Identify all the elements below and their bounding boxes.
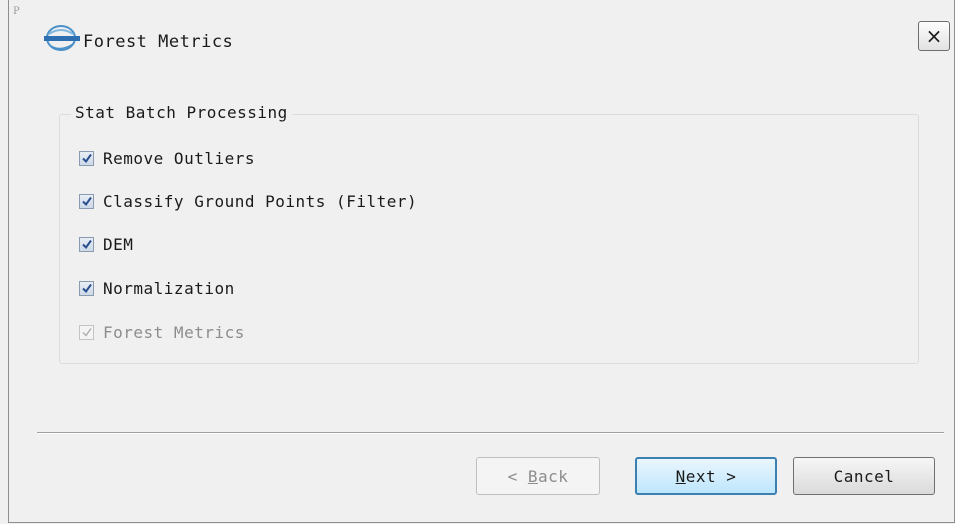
back-mnemonic: B: [527, 466, 538, 486]
check-icon[interactable]: [79, 280, 94, 296]
cancel-label: Cancel: [833, 466, 895, 486]
window-title: Forest Metrics: [83, 32, 234, 52]
next-button[interactable]: Next >: [635, 457, 777, 495]
forest-metrics-checkbox: Forest Metrics: [79, 320, 245, 344]
close-icon: ×: [925, 24, 943, 48]
option-label: Classify Ground Points (Filter): [103, 191, 418, 211]
option-label: Normalization: [103, 278, 235, 298]
next-rest: ext >: [685, 466, 737, 486]
option-label: Forest Metrics: [103, 322, 245, 342]
normalization-checkbox[interactable]: Normalization: [79, 276, 235, 300]
remove-outliers-checkbox[interactable]: Remove Outliers: [79, 146, 255, 170]
separator: [37, 432, 944, 434]
check-icon[interactable]: [79, 193, 94, 209]
back-button[interactable]: < Back: [476, 457, 600, 495]
check-icon[interactable]: [79, 236, 94, 252]
dem-checkbox[interactable]: DEM: [79, 232, 133, 256]
check-icon: [79, 324, 94, 340]
close-button[interactable]: ×: [918, 21, 950, 51]
back-prefix: <: [507, 466, 528, 486]
next-mnemonic: N: [675, 466, 686, 486]
group-label: Stat Batch Processing: [71, 103, 292, 122]
check-icon[interactable]: [79, 150, 94, 166]
title-bar: Forest Metrics ×: [9, 0, 954, 80]
classify-ground-points-checkbox[interactable]: Classify Ground Points (Filter): [79, 189, 417, 213]
option-label: Remove Outliers: [103, 148, 255, 168]
cancel-button[interactable]: Cancel: [793, 457, 935, 495]
option-label: DEM: [103, 234, 134, 254]
back-rest: ack: [538, 466, 569, 486]
wizard-window: P Forest Metrics × Stat Batch Processing…: [8, 0, 955, 523]
lidar-logo-icon: [41, 24, 87, 54]
